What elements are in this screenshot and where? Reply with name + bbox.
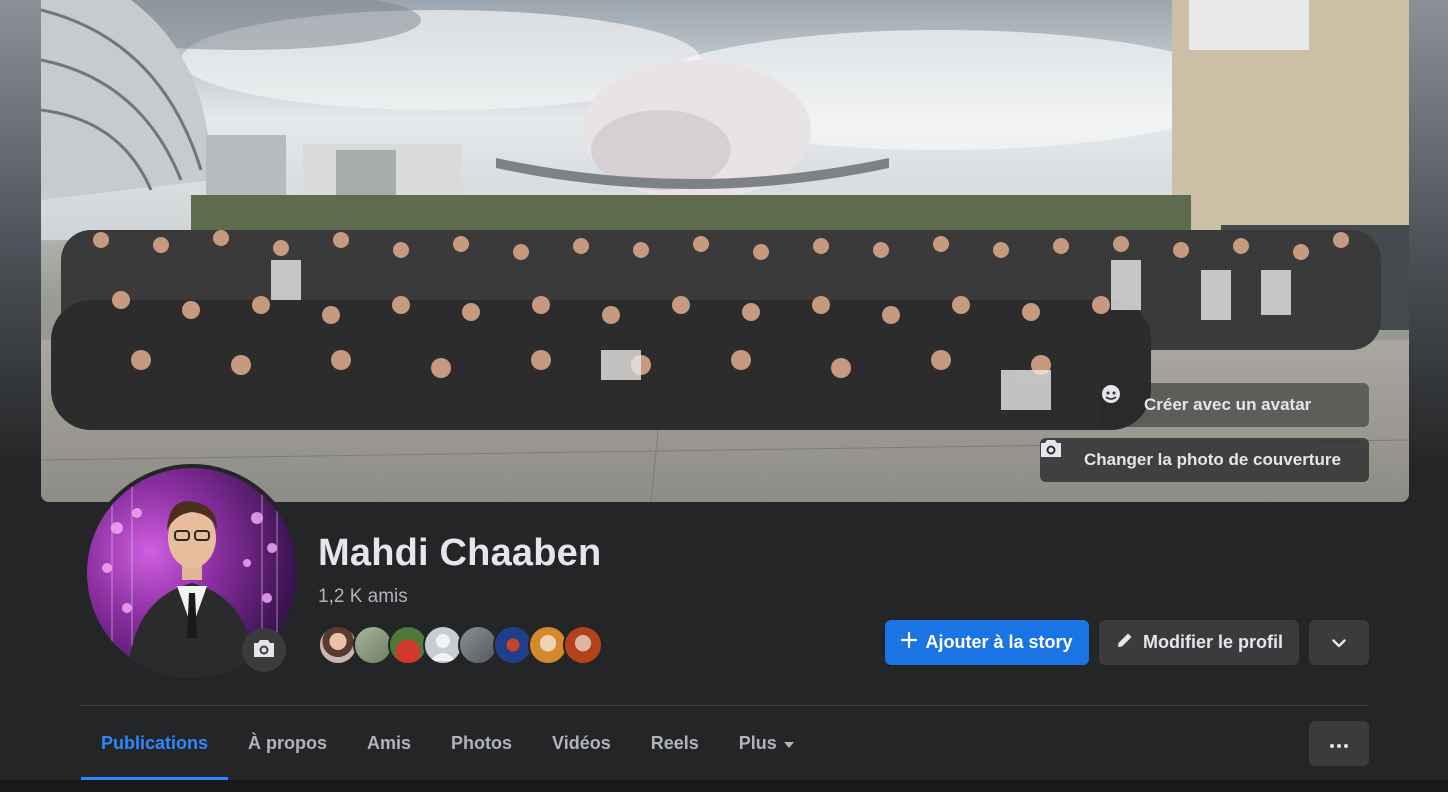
friend-avatar[interactable] bbox=[353, 625, 393, 665]
default-user-icon bbox=[430, 634, 456, 661]
create-avatar-label: Créer avec un avatar bbox=[1144, 395, 1312, 414]
tab-label: Amis bbox=[367, 732, 412, 753]
profile-options-button[interactable] bbox=[1309, 620, 1369, 665]
tab-videos[interactable]: Vidéos bbox=[532, 706, 631, 780]
tabs-overflow-button[interactable] bbox=[1309, 721, 1369, 766]
profile-name: Mahdi Chaaben bbox=[318, 532, 602, 574]
more-dots-icon bbox=[1330, 735, 1348, 753]
edit-profile-button[interactable]: Modifier le profil bbox=[1099, 620, 1299, 665]
friend-avatar[interactable] bbox=[458, 625, 498, 665]
friend-avatar[interactable] bbox=[388, 625, 428, 665]
chevron-down-icon bbox=[1332, 632, 1346, 653]
add-to-story-button[interactable]: Ajouter à la story bbox=[885, 620, 1089, 665]
friend-avatar[interactable] bbox=[563, 625, 603, 665]
tab-label: Plus bbox=[738, 732, 777, 753]
tab-friends[interactable]: Amis bbox=[347, 706, 431, 780]
avatar-sticker-icon bbox=[1102, 385, 1136, 416]
pencil-icon bbox=[1115, 630, 1135, 655]
add-to-story-label: Ajouter à la story bbox=[925, 632, 1073, 652]
change-cover-button[interactable]: Changer la photo de couverture bbox=[1040, 438, 1369, 482]
friend-avatar[interactable] bbox=[318, 625, 358, 665]
plus-icon bbox=[901, 631, 918, 653]
cover-photo[interactable]: Créer avec un avatar Changer la photo de… bbox=[41, 0, 1409, 502]
camera-icon bbox=[1041, 440, 1076, 471]
tab-label: Reels bbox=[650, 732, 699, 753]
tab-label: À propos bbox=[248, 732, 328, 753]
friend-avatar-default[interactable] bbox=[423, 625, 463, 665]
update-profile-picture-button[interactable] bbox=[242, 628, 286, 672]
friend-avatars bbox=[318, 625, 608, 665]
tab-label: Photos bbox=[451, 732, 513, 753]
edit-profile-label: Modifier le profil bbox=[1142, 632, 1283, 652]
camera-icon bbox=[253, 638, 275, 663]
friend-avatar[interactable] bbox=[493, 625, 533, 665]
caret-down-icon bbox=[783, 733, 795, 754]
tab-more[interactable]: Plus bbox=[719, 706, 815, 780]
create-avatar-button[interactable]: Créer avec un avatar bbox=[1100, 383, 1369, 427]
tab-reels[interactable]: Reels bbox=[631, 706, 719, 780]
friend-avatar[interactable] bbox=[528, 625, 568, 665]
change-cover-label: Changer la photo de couverture bbox=[1084, 450, 1341, 469]
friends-count-link[interactable]: 1,2 K amis bbox=[318, 586, 408, 608]
tab-label: Publications bbox=[101, 732, 209, 753]
tab-about[interactable]: À propos bbox=[228, 706, 347, 780]
tab-label: Vidéos bbox=[552, 732, 611, 753]
tab-photos[interactable]: Photos bbox=[431, 706, 532, 780]
profile-tabs: Publications À propos Amis Photos Vidéos… bbox=[81, 706, 815, 780]
tab-publications[interactable]: Publications bbox=[81, 706, 229, 780]
